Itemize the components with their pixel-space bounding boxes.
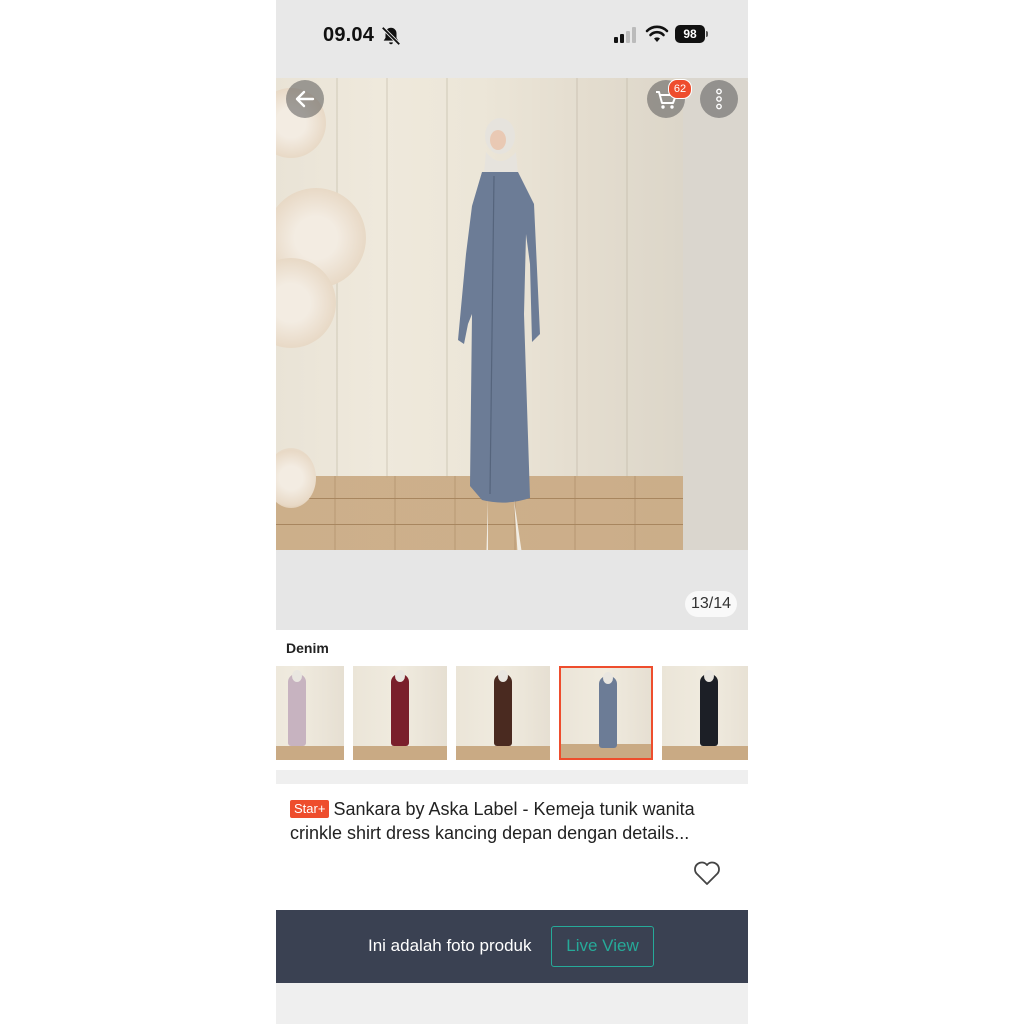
thumbnail-dress	[391, 674, 409, 746]
variant-thumbnail[interactable]	[353, 666, 447, 760]
thumbnail-head	[498, 670, 508, 682]
variant-thumbnail[interactable]	[276, 666, 344, 760]
thumbnail-dress	[599, 676, 617, 748]
curtain-fold	[626, 78, 628, 478]
thumbnail-floor	[456, 746, 550, 760]
bottom-bar: Ini adalah foto produk Live View	[276, 910, 748, 983]
variant-thumbnail[interactable]	[559, 666, 653, 760]
model-figure	[458, 118, 540, 550]
product-title-block: Star+ Sankara by Aska Label - Kemeja tuni…	[290, 797, 740, 845]
more-vertical-icon	[716, 88, 722, 110]
thumbnail-head	[603, 672, 613, 684]
back-arrow-icon	[295, 90, 315, 108]
product-title-section: Star+ Sankara by Aska Label - Kemeja tuni…	[276, 784, 748, 910]
thumbnail-floor	[276, 746, 344, 760]
photo-side-area	[683, 78, 748, 550]
thumbnail-head	[292, 670, 302, 682]
thumbnail-dress	[288, 674, 306, 746]
live-view-button[interactable]: Live View	[551, 926, 654, 967]
image-counter: 13/14	[685, 591, 738, 617]
thumbnail-dress	[494, 674, 512, 746]
cart-count-badge: 62	[668, 79, 692, 99]
variant-thumbnail[interactable]	[456, 666, 550, 760]
heart-icon[interactable]	[693, 860, 721, 886]
section-divider	[276, 770, 748, 784]
signal-icon	[614, 27, 636, 43]
bottom-spacer	[276, 983, 748, 1024]
product-gallery[interactable]: 62 13/14	[276, 78, 748, 630]
variant-thumbnail[interactable]	[662, 666, 748, 760]
thumbnail-head	[704, 670, 714, 682]
battery-tip	[706, 31, 708, 37]
product-title: Sankara by Aska Label - Kemeja tunik wan…	[290, 799, 695, 843]
status-time: 09.04	[323, 24, 375, 46]
battery-indicator: 98	[675, 25, 705, 43]
thumbnail-floor	[662, 746, 748, 760]
thumbnail-floor	[353, 746, 447, 760]
back-button[interactable]	[286, 80, 324, 118]
star-plus-badge: Star+	[290, 800, 330, 818]
thumbnail-dress	[700, 674, 718, 746]
phone-screen: 09.04 98 62 13/14 Denim Star+ Sankara by…	[276, 0, 748, 1024]
variant-label: Denim	[286, 640, 329, 656]
status-bar: 09.04 98	[276, 0, 748, 78]
product-photo-notice: Ini adalah foto produk	[368, 936, 532, 955]
wifi-icon	[645, 25, 669, 42]
variant-selector: Denim	[276, 630, 748, 770]
bell-muted-icon	[381, 26, 401, 46]
more-options-button[interactable]	[700, 80, 738, 118]
product-photo[interactable]	[276, 78, 683, 550]
thumbnail-head	[395, 670, 405, 682]
curtain-fold	[386, 78, 388, 478]
